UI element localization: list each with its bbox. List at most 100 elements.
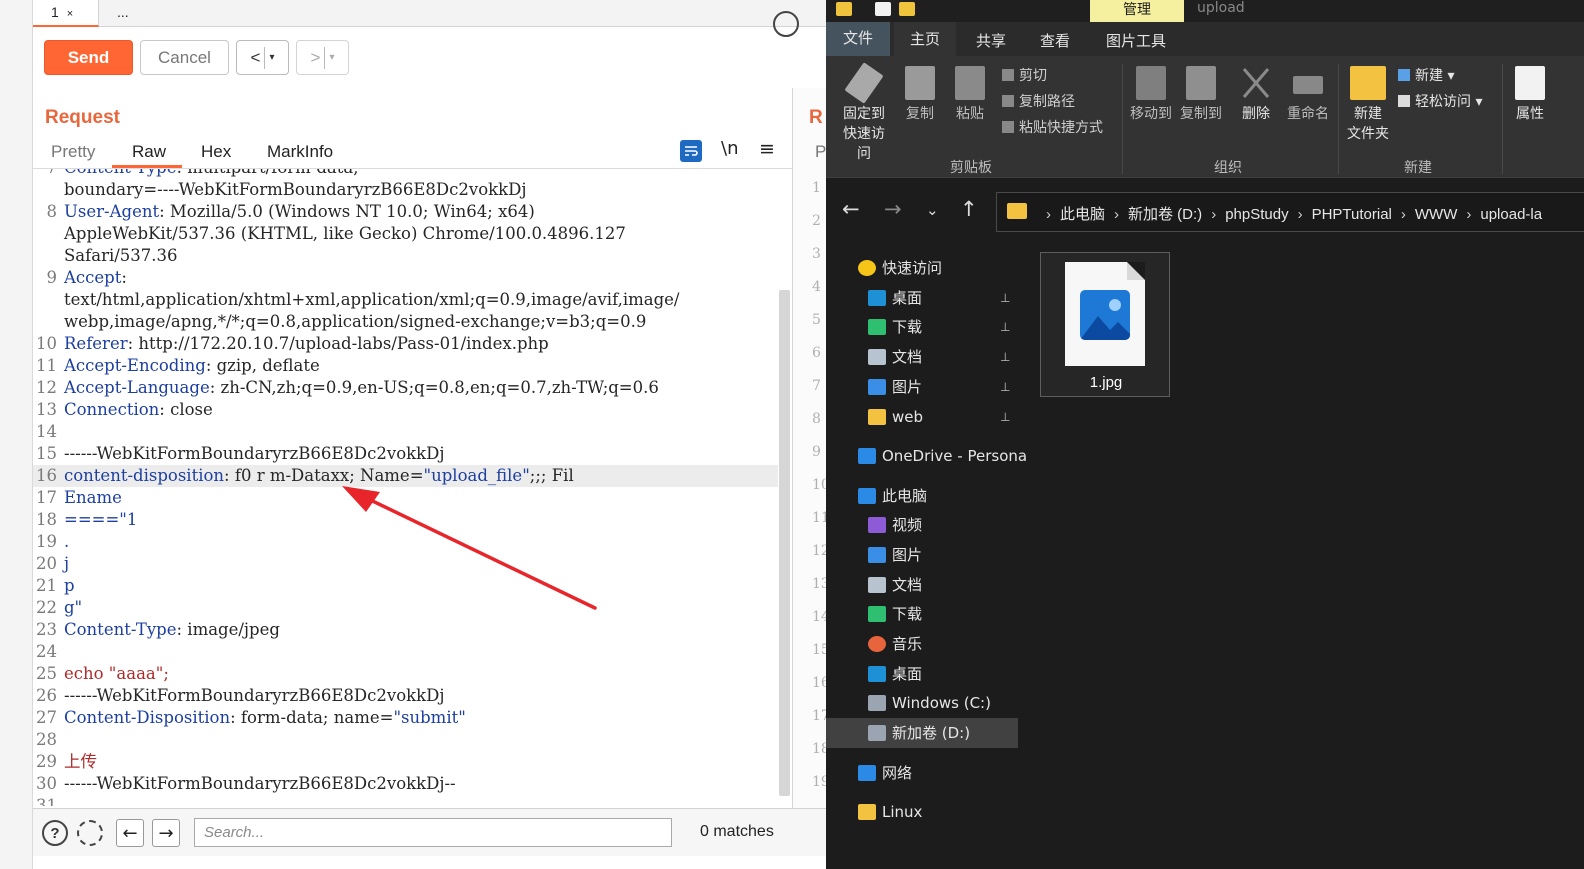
- tab-hex[interactable]: Hex: [201, 142, 231, 162]
- recent-locations-chevron-icon[interactable]: ⌄: [926, 201, 939, 219]
- search-input[interactable]: [194, 818, 672, 847]
- tab-view[interactable]: 查看: [1040, 30, 1070, 51]
- copy-path-button[interactable]: 复制路径: [1002, 91, 1075, 111]
- editor-line[interactable]: 10 Referer: http://172.20.10.7/upload-lab…: [33, 333, 778, 355]
- nav-item[interactable]: 快速访问: [826, 253, 1018, 283]
- gear-icon[interactable]: [77, 820, 103, 846]
- hamburger-menu-icon[interactable]: ≡: [759, 138, 775, 160]
- back-arrow-icon[interactable]: ←: [842, 197, 860, 221]
- editor-line[interactable]: 31: [33, 795, 778, 806]
- tab-markinfo[interactable]: MarkInfo: [267, 142, 333, 162]
- breadcrumb-item[interactable]: PHPTutorial: [1312, 206, 1392, 223]
- pin-to-quick-access-button[interactable]: 固定到 快速访问: [838, 62, 890, 164]
- manage-context-tab[interactable]: 管理: [1090, 0, 1184, 22]
- nav-item[interactable]: 图片: [826, 540, 1018, 570]
- editor-line[interactable]: text/html,application/xhtml+xml,applicat…: [33, 289, 778, 311]
- nav-item[interactable]: 文档 ⊥: [826, 342, 1018, 372]
- editor-line[interactable]: 9 Accept:: [33, 267, 778, 289]
- properties-check-icon[interactable]: [875, 2, 891, 16]
- editor-line[interactable]: 27 Content-Disposition: form-data; name="…: [33, 707, 778, 729]
- nav-item[interactable]: 此电脑: [826, 481, 1018, 511]
- nav-item[interactable]: 网络: [826, 758, 1018, 788]
- nav-item[interactable]: 音乐: [826, 629, 1018, 659]
- help-icon[interactable]: [773, 11, 799, 37]
- editor-line[interactable]: 25 echo "aaaa";: [33, 663, 778, 685]
- tab-home[interactable]: 主页: [894, 22, 956, 56]
- editor-line[interactable]: 28: [33, 729, 778, 751]
- nav-item[interactable]: Linux: [826, 797, 1018, 827]
- editor-line[interactable]: 12 Accept-Language: zh-CN,zh;q=0.9,en-US;…: [33, 377, 778, 399]
- editor-line[interactable]: 24: [33, 641, 778, 663]
- editor-scrollbar[interactable]: [779, 290, 790, 796]
- word-wrap-icon[interactable]: [680, 140, 702, 162]
- editor-line[interactable]: 8 User-Agent: Mozilla/5.0 (Windows NT 10.…: [33, 201, 778, 223]
- nav-item[interactable]: 下载 ⊥: [826, 312, 1018, 342]
- nav-item[interactable]: OneDrive - Persona: [826, 441, 1027, 471]
- pin-icon[interactable]: ⊥: [1000, 283, 1010, 313]
- nav-item[interactable]: 视频: [826, 510, 1018, 540]
- folder-icon[interactable]: [836, 2, 852, 16]
- copy-button[interactable]: 复制: [902, 66, 938, 124]
- breadcrumb-item[interactable]: 新加卷 (D:): [1128, 206, 1202, 223]
- cancel-button[interactable]: Cancel: [140, 40, 229, 75]
- editor-line[interactable]: Safari/537.36: [33, 245, 778, 267]
- paste-button[interactable]: 粘贴: [952, 66, 988, 124]
- pin-icon[interactable]: ⊥: [1000, 372, 1010, 402]
- pin-icon[interactable]: ⊥: [1000, 402, 1010, 432]
- new-item-button[interactable]: 新建 ▾: [1398, 65, 1454, 85]
- tab-pretty[interactable]: Pretty: [51, 142, 95, 162]
- copy-to-button[interactable]: 复制到: [1178, 66, 1224, 124]
- rename-button[interactable]: 重命名: [1284, 66, 1332, 124]
- breadcrumb-item[interactable]: WWW: [1415, 206, 1457, 223]
- newline-toggle-icon[interactable]: \n: [721, 138, 738, 159]
- editor-line[interactable]: 26 ------WebKitFormBoundaryrzB66E8Dc2vokk…: [33, 685, 778, 707]
- nav-item[interactable]: web ⊥: [826, 402, 1018, 432]
- tab-raw[interactable]: Raw: [132, 142, 166, 162]
- forward-arrow-icon[interactable]: →: [884, 197, 902, 221]
- nav-item[interactable]: 桌面: [826, 659, 1018, 689]
- search-previous-button[interactable]: ←: [116, 819, 144, 847]
- breadcrumb-item[interactable]: 此电脑: [1060, 206, 1105, 223]
- editor-line[interactable]: 13 Connection: close: [33, 399, 778, 421]
- breadcrumb-chevron-icon[interactable]: ›: [1114, 206, 1119, 223]
- editor-line[interactable]: 11 Accept-Encoding: gzip, deflate: [33, 355, 778, 377]
- properties-button[interactable]: 属性: [1512, 66, 1548, 124]
- editor-line[interactable]: AppleWebKit/537.36 (KHTML, like Gecko) C…: [33, 223, 778, 245]
- paste-shortcut-button[interactable]: 粘贴快捷方式: [1002, 117, 1103, 137]
- repeater-tab-1[interactable]: 1 ×: [33, 0, 99, 27]
- tab-picture-tools[interactable]: 图片工具: [1106, 30, 1166, 51]
- editor-line[interactable]: webp,image/apng,*/*;q=0.8,application/si…: [33, 311, 778, 333]
- nav-item[interactable]: Windows (C:): [826, 688, 1018, 718]
- editor-line[interactable]: boundary=----WebKitFormBoundaryrzB66E8Dc…: [33, 179, 778, 201]
- editor-line[interactable]: 15 ------WebKitFormBoundaryrzB66E8Dc2vokk…: [33, 443, 778, 465]
- repeater-tab-more[interactable]: ...: [99, 0, 159, 27]
- nav-item[interactable]: 下载: [826, 599, 1018, 629]
- history-forward-button[interactable]: > ▾: [296, 40, 349, 75]
- tab-file[interactable]: 文件: [826, 22, 890, 56]
- cut-button[interactable]: 剪切: [1002, 65, 1047, 85]
- pin-icon[interactable]: ⊥: [1000, 342, 1010, 372]
- nav-item[interactable]: 文档: [826, 570, 1018, 600]
- nav-item[interactable]: 桌面 ⊥: [826, 283, 1018, 313]
- editor-line[interactable]: 30 ------WebKitFormBoundaryrzB66E8Dc2vokk…: [33, 773, 778, 795]
- breadcrumb-item[interactable]: phpStudy: [1225, 206, 1288, 223]
- address-bar[interactable]: › 此电脑 › 新加卷 (D:) › phpStudy › PHPTutorial › WWW › u…: [996, 192, 1584, 232]
- up-arrow-icon[interactable]: ↑: [960, 197, 978, 221]
- tab-share[interactable]: 共享: [976, 30, 1006, 51]
- easy-access-button[interactable]: 轻松访问 ▾: [1398, 91, 1482, 111]
- send-button[interactable]: Send: [44, 40, 133, 75]
- new-folder-icon[interactable]: [899, 2, 915, 16]
- breadcrumb-chevron-icon[interactable]: ›: [1401, 206, 1406, 223]
- editor-line[interactable]: 29 上传: [33, 751, 778, 773]
- search-next-button[interactable]: →: [152, 819, 180, 847]
- breadcrumb-chevron-icon[interactable]: ›: [1211, 206, 1216, 223]
- file-item[interactable]: 1.jpg: [1040, 252, 1170, 397]
- close-tab-icon[interactable]: ×: [67, 8, 73, 20]
- editor-line[interactable]: 23 Content-Type: image/jpeg: [33, 619, 778, 641]
- help-icon[interactable]: ?: [42, 820, 68, 846]
- breadcrumb-chevron-icon[interactable]: ›: [1298, 206, 1303, 223]
- breadcrumb-item[interactable]: upload-la: [1480, 206, 1542, 223]
- breadcrumb-chevron-icon[interactable]: ›: [1046, 206, 1051, 223]
- nav-item[interactable]: 图片 ⊥: [826, 372, 1018, 402]
- new-folder-button[interactable]: 新建 文件夹: [1344, 66, 1392, 144]
